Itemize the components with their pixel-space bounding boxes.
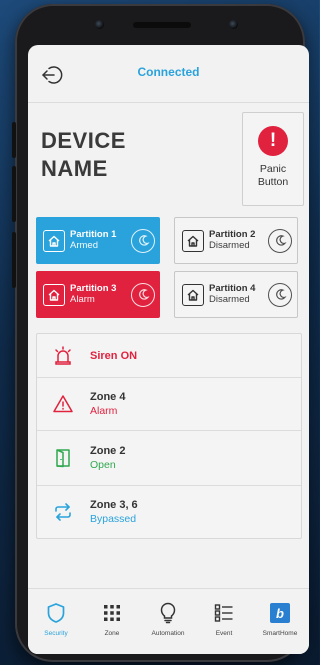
event-title: Siren ON (90, 349, 138, 362)
exclamation-icon: ! (258, 126, 288, 156)
panic-label-line1: Panic (259, 163, 287, 175)
list-item[interactable]: Zone 3, 6 Bypassed (37, 486, 301, 538)
partition-card-2[interactable]: Partition 2 Disarmed (174, 217, 298, 264)
partition-card-4[interactable]: Partition 4 Disarmed (174, 271, 298, 318)
bypass-arrows-icon (50, 499, 76, 525)
house-icon (43, 283, 65, 306)
nav-label: Zone (104, 630, 120, 637)
list-item[interactable]: Zone 2 Open (37, 431, 301, 486)
nav-item-smarthome[interactable]: b SmartHome (252, 589, 308, 654)
smarthome-logo-icon: b (268, 601, 292, 625)
bixby-button (12, 232, 16, 288)
partition-status: Disarmed (209, 240, 250, 251)
lightbulb-icon (156, 601, 180, 625)
nav-label: Automation (151, 630, 185, 637)
house-icon (182, 283, 204, 306)
volume-down-button (12, 166, 16, 222)
open-door-icon (50, 445, 76, 471)
device-name-title: DEVICE NAME (41, 128, 126, 181)
front-camera (229, 20, 238, 29)
nav-label: Security (44, 630, 68, 637)
event-title: Zone 2 (90, 445, 126, 457)
nav-item-security[interactable]: Security (28, 589, 84, 654)
top-bar: Connected (28, 45, 309, 103)
house-icon (182, 229, 204, 252)
warning-icon (50, 391, 76, 417)
moon-icon[interactable] (131, 282, 155, 307)
partition-name: Partition 2 (209, 229, 256, 240)
event-subtitle: Open (90, 459, 116, 471)
list-item[interactable]: Siren ON (37, 334, 301, 378)
partition-status: Disarmed (209, 294, 250, 305)
svg-text:b: b (276, 606, 284, 621)
house-icon (43, 229, 65, 252)
sensor-dot (95, 20, 104, 29)
event-title: Zone 4 (90, 391, 126, 403)
event-title: Zone 3, 6 (90, 499, 138, 511)
panic-button[interactable]: ! Panic Button (242, 112, 304, 206)
nav-item-event[interactable]: Event (196, 589, 252, 654)
shield-icon (44, 601, 68, 625)
siren-icon (50, 343, 76, 369)
app-screen: Connected DEVICE NAME ! Panic Button Par… (28, 45, 309, 654)
bottom-nav: Security Zone Automation Event b SmartHo… (28, 588, 309, 654)
list-icon (212, 601, 236, 625)
moon-icon[interactable] (268, 282, 292, 307)
nav-label: SmartHome (262, 630, 298, 637)
list-item[interactable]: Zone 4 Alarm (37, 378, 301, 431)
partition-card-1[interactable]: Partition 1 Armed (36, 217, 160, 264)
nav-label: Event (215, 630, 233, 637)
panic-label-line2: Button (257, 176, 289, 188)
partition-card-3[interactable]: Partition 3 Alarm (36, 271, 160, 318)
earpiece-speaker (133, 22, 191, 28)
partition-name: Partition 4 (209, 283, 256, 294)
moon-icon[interactable] (268, 228, 292, 253)
partition-name: Partition 1 (70, 229, 117, 240)
grid-icon (100, 601, 124, 625)
volume-up-button (12, 122, 16, 158)
connection-status: Connected (137, 65, 200, 79)
nav-item-automation[interactable]: Automation (140, 589, 196, 654)
event-subtitle: Alarm (90, 405, 118, 417)
partition-name: Partition 3 (70, 283, 117, 294)
partition-status: Alarm (70, 294, 95, 305)
event-subtitle: Bypassed (90, 513, 137, 525)
moon-icon[interactable] (131, 228, 155, 253)
event-list: Siren ON Zone 4 Alarm Zone 2 Open Zone 3… (36, 333, 302, 539)
partition-status: Armed (70, 240, 98, 251)
nav-item-zone[interactable]: Zone (84, 589, 140, 654)
